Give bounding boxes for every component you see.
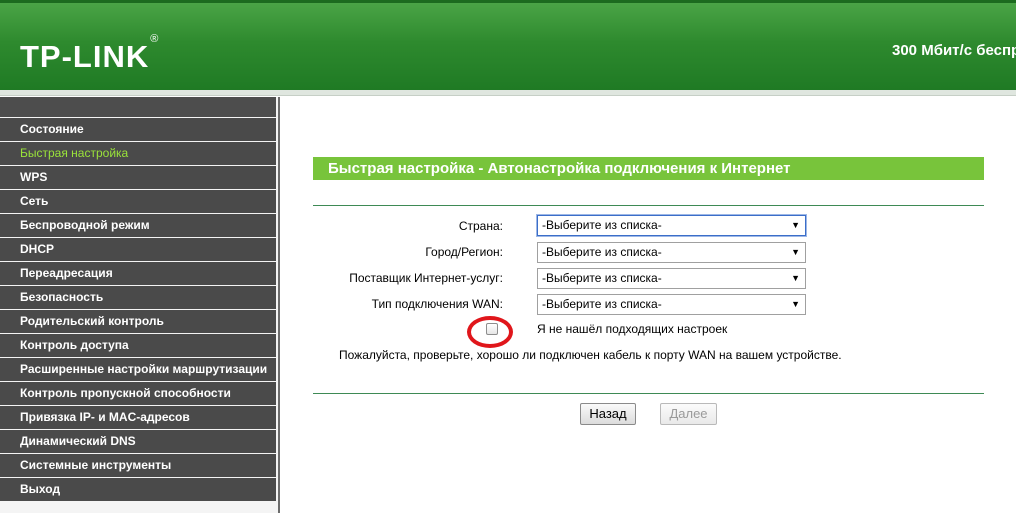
sidebar-item[interactable]: WPS xyxy=(0,166,276,189)
tp-link-logo: TP-LINK® xyxy=(20,33,158,75)
country-label: Страна: xyxy=(458,219,503,233)
region-select-value: -Выберите из списка- xyxy=(542,245,662,259)
divider-top xyxy=(313,205,984,206)
router-admin-page: TP-LINK® 300 Мбит/с беспроводной маршрут… xyxy=(0,0,1016,513)
country-select[interactable]: -Выберите из списка- ▼ xyxy=(537,215,806,236)
wan-type-label: Тип подключения WAN: xyxy=(371,297,503,311)
cable-hint-text: Пожалуйста, проверьте, хорошо ли подключ… xyxy=(339,348,842,362)
chevron-down-icon: ▼ xyxy=(791,299,800,309)
isp-select[interactable]: -Выберите из списка- ▼ xyxy=(537,268,806,289)
sidebar-item[interactable]: Родительский контроль xyxy=(0,310,276,333)
main-content: Быстрая настройка - Автонастройка подклю… xyxy=(282,97,1016,513)
header-divider xyxy=(0,90,1016,96)
chevron-down-icon: ▼ xyxy=(791,273,800,283)
sidebar-item[interactable]: Состояние xyxy=(0,118,276,141)
region-select[interactable]: -Выберите из списка- ▼ xyxy=(537,242,806,263)
no-settings-checkbox[interactable] xyxy=(486,323,498,335)
header: TP-LINK® 300 Мбит/с беспроводной маршрут… xyxy=(0,0,1016,90)
sidebar-item[interactable]: Сеть xyxy=(0,190,276,213)
sidebar: Состояние Быстрая настройка WPS Сеть Беспров… xyxy=(0,97,280,513)
region-label: Город/Регион: xyxy=(425,245,503,259)
sidebar-item[interactable]: Системные инструменты xyxy=(0,454,276,477)
wan-type-select-value: -Выберите из списка- xyxy=(542,297,662,311)
next-button[interactable]: Далее xyxy=(660,403,717,425)
sidebar-item[interactable]: Привязка IP- и MAC-адресов xyxy=(0,406,276,429)
country-select-value: -Выберите из списка- xyxy=(542,218,662,232)
sidebar-item[interactable]: Безопасность xyxy=(0,286,276,309)
sidebar-item[interactable]: Расширенные настройки маршрутизации xyxy=(0,358,276,381)
sidebar-item[interactable]: Динамический DNS xyxy=(0,430,276,453)
chevron-down-icon: ▼ xyxy=(791,247,800,257)
registered-mark: ® xyxy=(150,32,160,45)
divider-bottom xyxy=(313,393,984,394)
sidebar-item[interactable]: Контроль доступа xyxy=(0,334,276,357)
logo-text: TP-LINK xyxy=(20,39,150,74)
sidebar-item[interactable]: Выход xyxy=(0,478,276,501)
sidebar-top-bar xyxy=(0,97,276,117)
chevron-down-icon: ▼ xyxy=(791,220,800,230)
wan-type-select[interactable]: -Выберите из списка- ▼ xyxy=(537,294,806,315)
isp-label: Поставщик Интернет-услуг: xyxy=(349,271,503,285)
back-button[interactable]: Назад xyxy=(580,403,636,425)
sidebar-item[interactable]: Беспроводной режим xyxy=(0,214,276,237)
sidebar-item[interactable]: Переадресация xyxy=(0,262,276,285)
isp-select-value: -Выберите из списка- xyxy=(542,271,662,285)
page-title: Быстрая настройка - Автонастройка подклю… xyxy=(313,157,984,180)
sidebar-item[interactable]: Быстрая настройка xyxy=(0,142,276,165)
model-name: 300 Мбит/с беспроводной маршрутизатор xyxy=(892,42,1016,59)
no-settings-label: Я не нашёл подходящих настроек xyxy=(537,322,728,336)
sidebar-item[interactable]: Контроль пропускной способности xyxy=(0,382,276,405)
sidebar-item[interactable]: DHCP xyxy=(0,238,276,261)
sidebar-menu: Состояние Быстрая настройка WPS Сеть Беспров… xyxy=(0,118,276,502)
